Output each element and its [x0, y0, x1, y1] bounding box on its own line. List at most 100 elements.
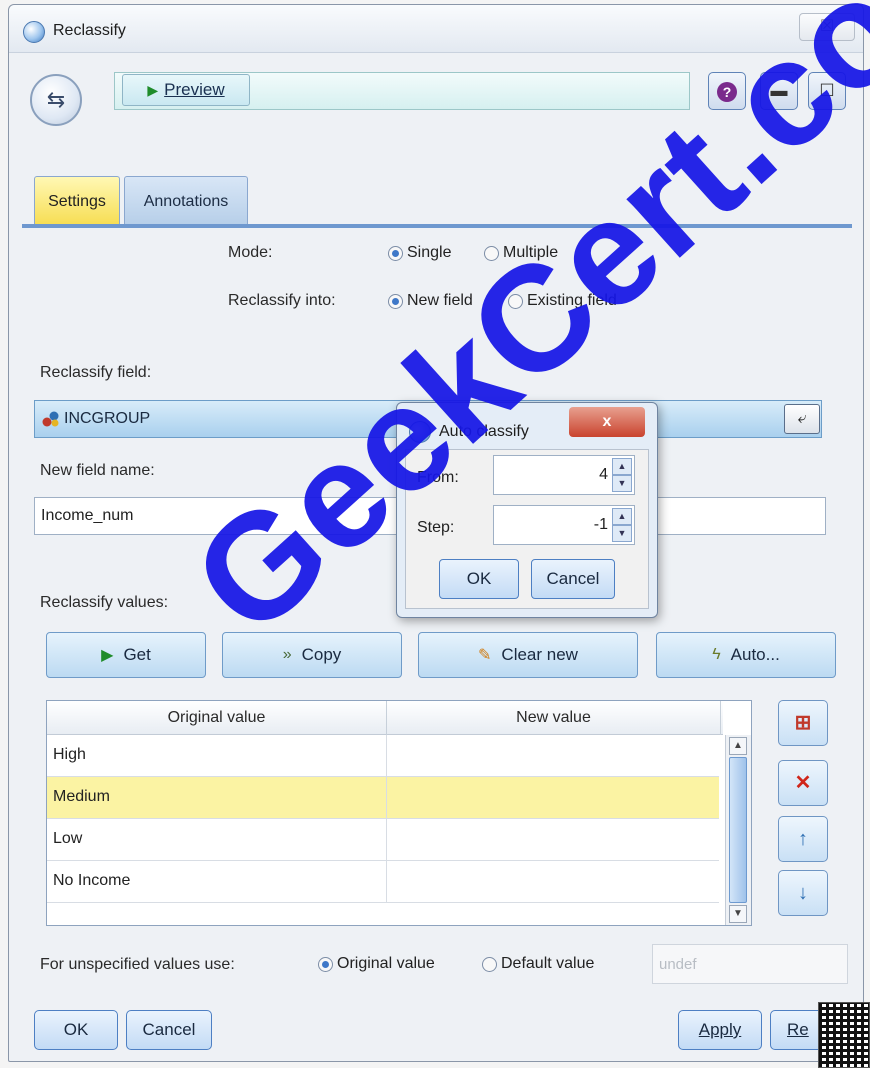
table-scrollbar[interactable]: ▲ ▼ [725, 735, 751, 925]
insert-row-button[interactable]: ⊞ [778, 700, 828, 746]
new-value-cell[interactable] [387, 735, 719, 777]
radio-unselected-icon [508, 293, 523, 309]
default-value-input[interactable]: undef [652, 944, 848, 984]
dialog-icon [409, 421, 431, 443]
preview-button[interactable]: ▶ Preview [122, 74, 250, 106]
help-button[interactable]: ? [708, 72, 746, 110]
step-spinner-arrows[interactable]: ▲ ▼ [612, 508, 632, 542]
table-row[interactable]: High [47, 735, 719, 777]
new-value-cell[interactable] [387, 819, 719, 861]
new-value-cell[interactable] [387, 777, 719, 819]
original-value-cell: No Income [47, 861, 387, 903]
clear-new-button[interactable]: ✎ Clear new [418, 632, 638, 678]
move-down-button[interactable]: ↓ [778, 870, 828, 916]
reclassify-field-value: INCGROUP [64, 410, 151, 427]
insert-row-icon: ⊞ [794, 712, 812, 734]
minimize-icon: ▬ [770, 81, 788, 100]
pencil-icon: ✎ [478, 647, 492, 664]
mode-single-radio[interactable]: Single [388, 244, 451, 262]
original-value-radio[interactable]: Original value [318, 955, 435, 973]
arrow-up-icon: ↑ [798, 828, 808, 850]
copy-button[interactable]: » Copy [222, 632, 402, 678]
nominal-field-icon [42, 411, 59, 427]
step-label: Step: [417, 519, 455, 536]
radio-unselected-icon [482, 956, 497, 972]
original-value-cell: High [47, 735, 387, 777]
new-value-cell[interactable] [387, 861, 719, 903]
app-icon [23, 21, 45, 43]
default-value-radio-label: Default value [501, 955, 595, 972]
maximize-icon: ☐ [819, 81, 835, 100]
scroll-down-icon[interactable]: ▼ [729, 905, 747, 923]
reclassify-field-label: Reclassify field: [40, 364, 152, 381]
qr-code [818, 1002, 870, 1068]
apply-button[interactable]: Apply [678, 1010, 762, 1050]
delete-icon: ✕ [794, 772, 812, 794]
title-bar[interactable]: Reclassify ☒ [9, 5, 863, 53]
column-header-new[interactable]: New value [387, 701, 721, 735]
new-field-label: New field [407, 292, 473, 309]
column-header-original[interactable]: Original value [47, 701, 387, 735]
minimize-button[interactable]: ▬ [760, 72, 798, 110]
step-spinner[interactable]: -1 ▲ ▼ [493, 505, 635, 545]
table-row-selected[interactable]: Medium [47, 777, 719, 819]
close-button[interactable]: ☒ [799, 13, 855, 41]
original-value-cell: Low [47, 819, 387, 861]
radio-selected-icon [388, 293, 403, 309]
dialog-ok-button[interactable]: OK [439, 559, 519, 599]
help-icon: ? [717, 81, 737, 102]
play-icon: ▶ [147, 81, 159, 98]
mode-multiple-label: Multiple [503, 244, 559, 261]
table-header: Original value New value [47, 701, 723, 735]
mode-multiple-radio[interactable]: Multiple [484, 244, 558, 262]
mode-label: Mode: [228, 244, 273, 261]
tab-annotations[interactable]: Annotations [124, 176, 248, 224]
lightning-icon: ϟ [712, 646, 721, 663]
scroll-thumb[interactable] [729, 757, 747, 903]
field-picker-button[interactable]: ⤶ [784, 404, 820, 434]
reclassify-into-label: Reclassify into: [228, 292, 336, 309]
from-spinner[interactable]: 4 ▲ ▼ [493, 455, 635, 495]
spin-up-icon[interactable]: ▲ [612, 458, 632, 475]
default-value-radio[interactable]: Default value [482, 955, 594, 973]
dialog-title: Auto classify [439, 423, 529, 440]
reset-label: Re [787, 1020, 809, 1039]
original-value-radio-label: Original value [337, 955, 435, 972]
spin-up-icon[interactable]: ▲ [612, 508, 632, 525]
auto-classify-dialog: Auto classify x From: 4 ▲ ▼ Step: -1 ▲ ▼ O… [396, 402, 658, 618]
maximize-button[interactable]: ☐ [808, 72, 846, 110]
tab-settings[interactable]: Settings [34, 176, 120, 224]
from-label: From: [417, 469, 459, 486]
radio-unselected-icon [484, 245, 499, 261]
mode-single-label: Single [407, 244, 452, 261]
table-row[interactable]: No Income [47, 861, 719, 903]
auto-label: Auto... [730, 645, 780, 664]
clear-new-label: Clear new [501, 645, 578, 664]
from-value: 4 [599, 466, 608, 483]
new-field-name-label: New field name: [40, 462, 155, 479]
reclassify-node-icon: ⇆ [30, 74, 82, 126]
preview-label: Preview [164, 80, 225, 99]
auto-button[interactable]: ϟ Auto... [656, 632, 836, 678]
toolbar: ⇆ ▶ Preview ? ▬ ☐ [22, 60, 852, 140]
delete-row-button[interactable]: ✕ [778, 760, 828, 806]
move-up-button[interactable]: ↑ [778, 816, 828, 862]
dialog-cancel-button[interactable]: Cancel [531, 559, 615, 599]
field-picker-icon: ⤶ [797, 410, 807, 427]
get-button[interactable]: ▶ Get [46, 632, 206, 678]
new-field-radio[interactable]: New field [388, 292, 473, 310]
apply-label: Apply [698, 1020, 742, 1039]
ok-button[interactable]: OK [34, 1010, 118, 1050]
scroll-up-icon[interactable]: ▲ [729, 737, 747, 755]
existing-field-radio[interactable]: Existing field [508, 292, 617, 310]
table-row[interactable]: Low [47, 819, 719, 861]
spin-down-icon[interactable]: ▼ [612, 525, 632, 542]
cancel-button[interactable]: Cancel [126, 1010, 212, 1050]
existing-field-label: Existing field [527, 292, 617, 309]
play-icon: ▶ [101, 647, 114, 664]
spin-down-icon[interactable]: ▼ [612, 475, 632, 492]
dialog-close-button[interactable]: x [569, 407, 645, 437]
from-spinner-arrows[interactable]: ▲ ▼ [612, 458, 632, 492]
original-value-cell: Medium [47, 777, 387, 819]
copy-icon: » [282, 646, 292, 663]
